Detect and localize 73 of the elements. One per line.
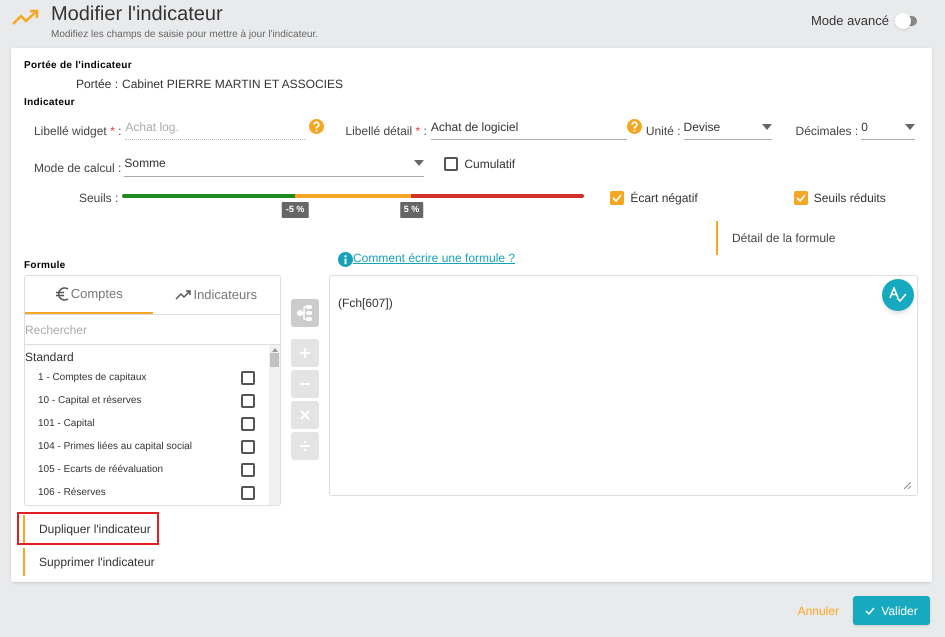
formula-detail-link[interactable]: Détail de la formule [716,221,863,255]
scrollbar[interactable] [269,345,280,505]
plus-icon [300,348,310,358]
calc-mode-select[interactable]: Somme [124,154,424,177]
account-item: 1 - Comptes de capitaux [38,371,148,385]
checkbox[interactable] [794,191,808,205]
check-icon [865,606,876,614]
field-label: Seuils : [79,190,118,207]
page-title: Modifier l'indicateur [51,2,224,26]
help-icon[interactable] [626,119,642,134]
trend-up-icon [175,290,192,300]
field-label: Unité : [646,123,681,140]
threshold-handle[interactable]: 5 % [400,202,424,218]
account-item: 10 - Capital et réserves [38,394,142,408]
checkbox[interactable] [241,394,255,408]
section-heading: Indicateur [24,96,76,110]
divide-icon [300,441,310,451]
field-label: Libellé détail * : [345,123,427,140]
checkbox[interactable] [241,486,255,500]
help-icon[interactable] [309,119,324,134]
field-label: Décimales : [796,123,858,140]
resize-handle-icon [904,482,911,489]
minus-button[interactable] [291,370,319,398]
unit-select[interactable]: Devise [684,118,772,140]
checkbox[interactable] [241,462,255,476]
threshold-handle[interactable]: -5 % [282,202,308,218]
scope-label: Portée : [76,76,118,93]
times-button[interactable] [291,401,319,429]
divide-button[interactable] [291,432,319,460]
dropdown-caret-icon [762,124,772,130]
checkbox-label: Cumulatif [464,156,516,173]
dropdown-caret-icon [905,124,916,130]
section-heading: Formule [24,259,67,273]
account-item: 106 - Réserves [38,486,107,500]
trend-up-icon [12,8,40,26]
times-icon [300,410,310,420]
section-heading: Portée de l'indicateur [24,59,133,73]
action-link[interactable]: Supprimer l'indicateur [23,548,155,576]
advanced-mode-toggle[interactable] [897,16,917,26]
action-link[interactable]: Dupliquer l'indicateur [23,514,151,542]
info-icon [338,252,353,267]
page-subtitle: Modifiez les champs de saisie pour mettre à jour l'indicateur. [51,28,318,42]
plus-button[interactable] [291,339,319,367]
account-item: 101 - Capital [38,417,96,431]
tree-button[interactable] [291,299,319,327]
advanced-mode-label: Mode avancé [810,12,889,30]
picker-tab[interactable]: Indicateurs [152,276,280,314]
checkbox[interactable] [241,440,255,454]
account-item: 105 - Ecarts de réévaluation [38,463,164,477]
tree-icon [296,304,314,322]
decimals-select[interactable]: 0 [861,118,916,140]
search-field[interactable]: Rechercher [25,315,280,345]
field-label: Mode de calcul : [34,160,122,177]
checkbox[interactable] [610,191,624,205]
checkbox[interactable] [241,370,255,384]
field-label: Libellé widget * : [34,123,122,140]
spellcheck-icon [889,287,907,303]
euro-icon [54,286,69,302]
spellcheck-button[interactable] [882,279,914,311]
picker-tab[interactable]: Comptes [25,276,152,314]
checkbox-label: Seuils réduits [814,190,886,207]
formula-editor[interactable]: (Fch[607]) [329,275,918,496]
formula-text: (Fch[607]) [338,295,393,312]
widget-label-field[interactable]: Achat log. [125,118,306,140]
account-item: 104 - Primes liées au capital social [38,440,193,454]
detail-label-field[interactable]: Achat de logiciel [430,118,627,140]
checkbox[interactable] [241,416,255,430]
scope-value: Cabinet PIERRE MARTIN ET ASSOCIES [122,76,343,93]
group-header: Standard [25,349,75,366]
checkbox[interactable] [444,157,458,171]
checkbox-label: Écart négatif [630,190,698,207]
scrollbar-thumb[interactable] [270,353,279,367]
dropdown-caret-icon [414,160,424,166]
